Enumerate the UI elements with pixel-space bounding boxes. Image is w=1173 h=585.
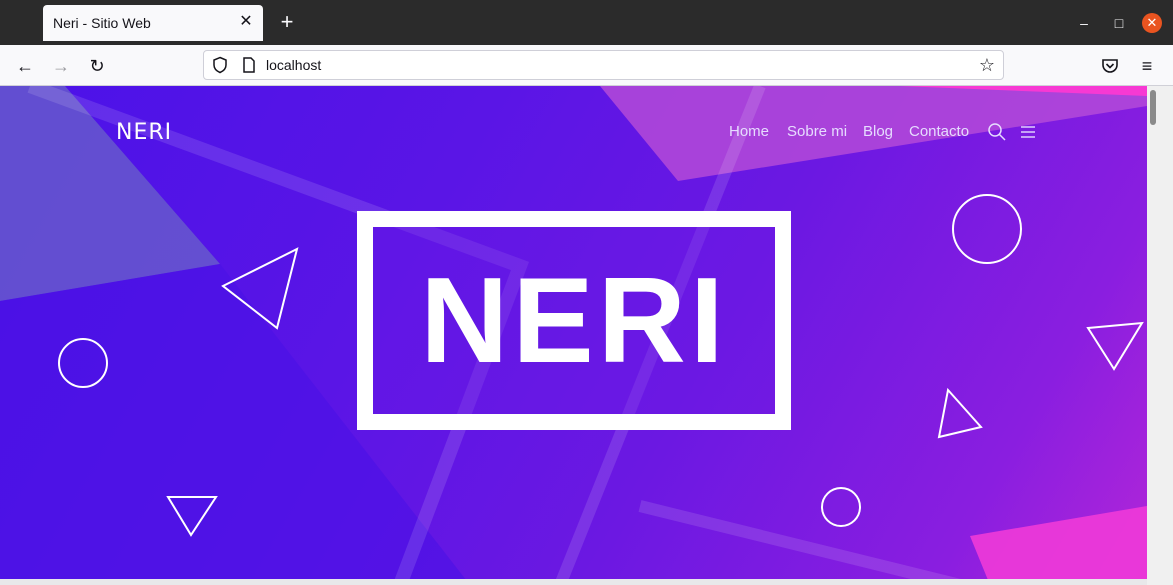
page-viewport: NERI Home Sobre mi Blog Contacto NERI [0,86,1147,585]
window-maximize-button[interactable]: □ [1109,13,1129,33]
nav-link-blog[interactable]: Blog [863,123,893,140]
tab-close-icon[interactable]: ✕ [237,13,255,31]
browser-title-bar: Neri - Sitio Web ✕ + – □ ✕ [0,0,1173,45]
bookmark-star-icon[interactable]: ☆ [977,55,997,75]
window-close-button[interactable]: ✕ [1142,13,1162,33]
nav-link-contacto[interactable]: Contacto [909,123,969,140]
browser-tab-active[interactable]: Neri - Sitio Web ✕ [43,5,263,41]
app-menu-button[interactable]: ≡ [1135,54,1159,78]
search-icon[interactable] [987,122,1007,142]
hero-logo-text: NERI [420,252,728,388]
nav-link-sobre-mi[interactable]: Sobre mi [787,123,847,140]
scrollbar-track[interactable] [1147,86,1173,585]
page-icon [243,57,255,73]
hamburger-menu-icon[interactable] [1019,123,1037,141]
browser-toolbar: ← → ↻ localhost ☆ ≡ [0,45,1173,86]
hero-logo-frame: NERI [357,211,791,430]
shield-icon[interactable] [211,56,229,74]
window-minimize-button[interactable]: – [1074,13,1094,33]
new-tab-button[interactable]: + [276,11,298,33]
scrollbar-thumb[interactable] [1150,90,1156,125]
reload-button[interactable]: ↻ [85,54,109,78]
address-bar[interactable]: localhost ☆ [203,50,1004,80]
nav-link-home[interactable]: Home [729,123,769,140]
site-brand-logo[interactable]: NERI [116,120,172,145]
tab-title: Neri - Sitio Web [53,15,151,31]
back-button[interactable]: ← [13,54,37,78]
pocket-icon[interactable] [1098,54,1122,78]
url-text[interactable]: localhost [266,57,321,73]
bottom-strip [0,579,1147,585]
forward-button[interactable]: → [49,54,73,78]
